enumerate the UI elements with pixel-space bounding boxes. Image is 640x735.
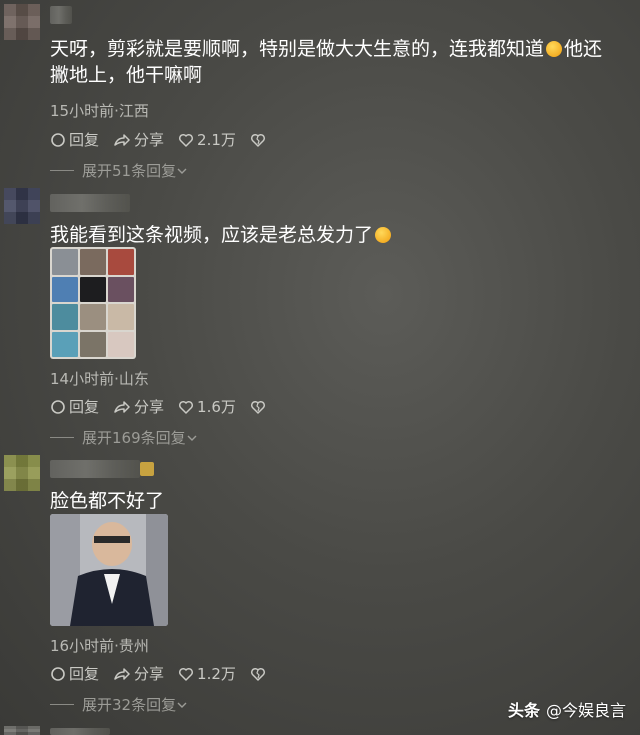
divider: [50, 704, 74, 705]
username-blurred[interactable]: [50, 728, 110, 735]
comment-text: 我能看到这条视频，应该是老总发力了: [50, 222, 640, 248]
share-arrow-icon: [114, 400, 130, 413]
like-button[interactable]: 1.2万: [178, 663, 236, 684]
expand-replies-button[interactable]: 展开169条回复: [50, 427, 198, 448]
share-button[interactable]: 分享: [113, 663, 164, 684]
like-button[interactable]: 1.6万: [178, 396, 236, 417]
comment-meta: 16小时前·贵州: [50, 637, 149, 655]
share-button[interactable]: 分享: [113, 396, 164, 417]
comment-bubble-icon: [51, 666, 65, 681]
heart-icon: [178, 133, 194, 147]
chevron-down-icon: [177, 168, 187, 174]
username-blurred[interactable]: [50, 6, 72, 24]
share-arrow-icon: [114, 667, 130, 680]
share-button[interactable]: 分享: [113, 129, 164, 150]
broken-heart-icon: [250, 133, 265, 147]
person-photo: [50, 514, 168, 626]
username-blurred[interactable]: [50, 460, 140, 478]
dislike-button[interactable]: [250, 132, 269, 148]
like-button[interactable]: 2.1万: [178, 129, 236, 150]
heart-icon: [178, 400, 194, 414]
reply-button[interactable]: 回复: [50, 663, 99, 684]
avatar[interactable]: [4, 455, 40, 491]
divider: [50, 170, 74, 171]
avatar[interactable]: [4, 4, 40, 40]
broken-heart-icon: [250, 400, 265, 414]
comment-actions: 回复 分享 1.6万: [50, 396, 283, 417]
dislike-button[interactable]: [250, 666, 269, 682]
username-blurred[interactable]: [50, 194, 130, 212]
divider: [50, 437, 74, 438]
user-badge-icon: [140, 462, 154, 476]
broken-heart-icon: [250, 667, 265, 681]
avatar[interactable]: [4, 188, 40, 224]
smirk-emoji-icon: [375, 227, 392, 243]
chevron-down-icon: [187, 435, 197, 441]
comment-bubble-icon: [51, 399, 65, 414]
watermark-handle: @今娱良言: [545, 701, 626, 720]
comment-actions: 回复 分享 2.1万: [50, 129, 283, 150]
laughing-emoji-icon: [546, 41, 563, 57]
watermark: 头条 @今娱良言: [508, 697, 626, 721]
share-arrow-icon: [114, 133, 130, 146]
expand-replies-button[interactable]: 展开51条回复: [50, 160, 188, 181]
reply-button[interactable]: 回复: [50, 396, 99, 417]
watermark-brand: 头条: [507, 701, 540, 720]
dislike-button[interactable]: [250, 399, 269, 415]
heart-icon: [178, 667, 194, 681]
comment-text: 天呀，剪彩就是要顺啊，特别是做大大生意的，连我都知道 他还 撇地上，他干嘛啊: [50, 38, 603, 86]
comment-meta: 15小时前·江西: [50, 102, 149, 120]
comment-image-grid[interactable]: [50, 247, 136, 359]
expand-replies-button[interactable]: 展开32条回复: [50, 694, 188, 715]
comment-meta: 14小时前·山东: [50, 370, 149, 388]
reply-button[interactable]: 回复: [50, 129, 99, 150]
avatar[interactable]: [4, 726, 40, 735]
comment-bubble-icon: [51, 132, 65, 147]
comment-actions: 回复 分享 1.2万: [50, 663, 283, 684]
comment-photo[interactable]: [50, 514, 168, 626]
chevron-down-icon: [177, 702, 187, 708]
comment-text: 脸色都不好了: [50, 490, 165, 512]
